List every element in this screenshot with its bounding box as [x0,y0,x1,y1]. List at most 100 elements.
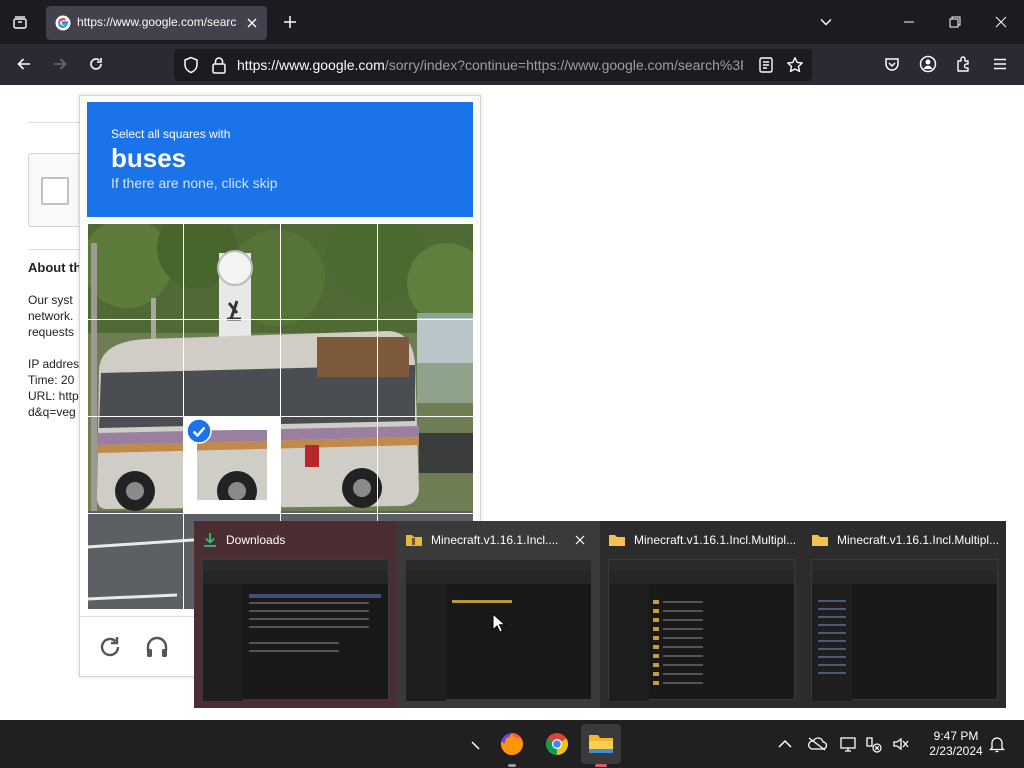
close-icon [995,16,1007,28]
preview-window-minecraft-folder-2[interactable]: Minecraft.v1.16.1.Incl.Multipl... [803,521,1006,708]
network-status[interactable] [862,732,884,756]
taskbar-file-explorer[interactable] [581,724,621,767]
close-preview-button[interactable] [569,531,591,549]
page-text-line: network. [28,309,74,323]
preview-thumbnail [608,559,795,701]
tab-title: https://www.google.com/search? [77,15,237,29]
bookmark-button[interactable] [786,56,804,74]
app-menu-button[interactable] [984,48,1016,80]
audio-challenge-button[interactable] [143,633,171,661]
grid-cell[interactable] [87,319,184,417]
chevron-up-icon [778,739,792,748]
close-tab-button[interactable] [241,12,263,34]
preview-title-text: Downloads [226,533,286,547]
thumb-titlebar [203,560,388,570]
grid-cell[interactable] [183,319,281,417]
puzzle-icon [957,56,969,72]
challenge-instruction: Select all squares with [111,127,231,141]
thumb-row [452,600,512,603]
url-text[interactable]: https://www.google.com/sorry/index?conti… [237,57,743,75]
url-domain: https://www.google.com [237,57,385,73]
challenge-hint: If there are none, click skip [111,175,278,191]
restore-button[interactable] [932,0,978,44]
notifications-button[interactable] [986,732,1008,756]
close-window-button[interactable] [978,0,1024,44]
new-tab-button[interactable] [274,6,306,38]
list-all-tabs-button[interactable] [4,6,36,38]
thumb-titlebar [812,560,997,570]
tab-active[interactable]: https://www.google.com/search? [46,6,267,40]
grid-cell[interactable] [377,223,473,320]
folder-zip-icon [406,535,422,546]
preview-thumbnail [202,559,389,701]
thumb-row [249,650,339,652]
file-explorer-icon [589,735,613,753]
tab-overflow-button[interactable] [810,6,842,38]
bell-icon [989,737,1005,753]
page-heading: About th [28,260,82,275]
preview-title: Minecraft.v1.16.1.Incl.... [405,530,565,550]
preview-thumbnail [811,559,998,701]
reload-icon [100,637,120,657]
folder-icon [609,535,625,546]
arrow-right-icon [54,58,67,70]
download-icon [204,533,216,547]
thumb-rows [663,601,703,691]
recaptcha-checkbox[interactable] [41,177,69,205]
grid-cell[interactable] [280,319,378,417]
account-icon [919,55,937,73]
page-text-line: requests [28,325,75,339]
show-hidden-icons-button[interactable] [774,732,796,756]
grid-cell[interactable] [280,416,378,514]
reload-button[interactable] [80,48,112,80]
firefox-icon [500,733,523,755]
back-button[interactable] [8,48,40,80]
page-paragraph: Our syst network. requests [28,292,74,340]
preview-window-downloads[interactable]: Downloads [194,521,397,708]
grid-cell[interactable] [87,416,184,514]
account-button[interactable] [912,48,944,80]
preview-window-minecraft-folder[interactable]: Minecraft.v1.16.1.Incl.Multipl... [600,521,803,708]
thumb-row [249,618,369,620]
thumb-row-selected [249,594,381,598]
url-bar[interactable]: https://www.google.com/sorry/index?conti… [174,49,812,81]
meta-url: URL: http [28,389,79,403]
close-icon [247,18,257,28]
site-security-indicator[interactable] [211,56,227,74]
taskbar-chrome[interactable] [537,724,577,764]
cloud-off-icon [808,737,827,751]
onedrive-status[interactable] [806,732,828,756]
thumb-toolbar [406,570,591,584]
preview-window-minecraft-zip[interactable]: Minecraft.v1.16.1.Incl.... [397,521,600,708]
star-icon [787,57,803,73]
grid-cell[interactable] [280,223,378,320]
clock-time: 9:47 PM [933,729,979,743]
grid-cell[interactable] [87,513,184,609]
preview-title: Minecraft.v1.16.1.Incl.Multipl... [811,530,1001,550]
minimize-icon [904,21,914,23]
preview-title-text: Minecraft.v1.16.1.Incl.Multipl... [634,533,797,547]
reader-view-icon [759,57,773,73]
taskbar-firefox[interactable] [492,724,532,764]
thumb-sidebar [609,584,649,701]
system-clock[interactable]: 9:47 PM 2/23/2024 [916,729,996,759]
minimize-button[interactable] [886,0,932,44]
hamburger-menu-icon [994,58,1006,70]
grid-cell[interactable] [87,223,184,320]
preview-title: Minecraft.v1.16.1.Incl.Multipl... [608,530,798,550]
display-tray-icon[interactable] [838,732,860,756]
grid-cell[interactable] [183,223,281,320]
new-challenge-button[interactable] [96,633,124,661]
thumb-sidebar [406,584,446,701]
grid-cell[interactable] [377,319,473,417]
extensions-button[interactable] [948,48,980,80]
forward-button[interactable] [44,48,76,80]
pocket-button[interactable] [876,48,908,80]
clock-date: 2/23/2024 [929,744,983,758]
tracking-protection-shield[interactable] [182,56,200,74]
thumb-folder-column [653,600,659,690]
volume-status[interactable] [890,732,912,756]
thumb-toolbar [203,570,388,584]
grid-cell[interactable] [377,416,473,514]
reader-view-button[interactable] [758,56,774,74]
